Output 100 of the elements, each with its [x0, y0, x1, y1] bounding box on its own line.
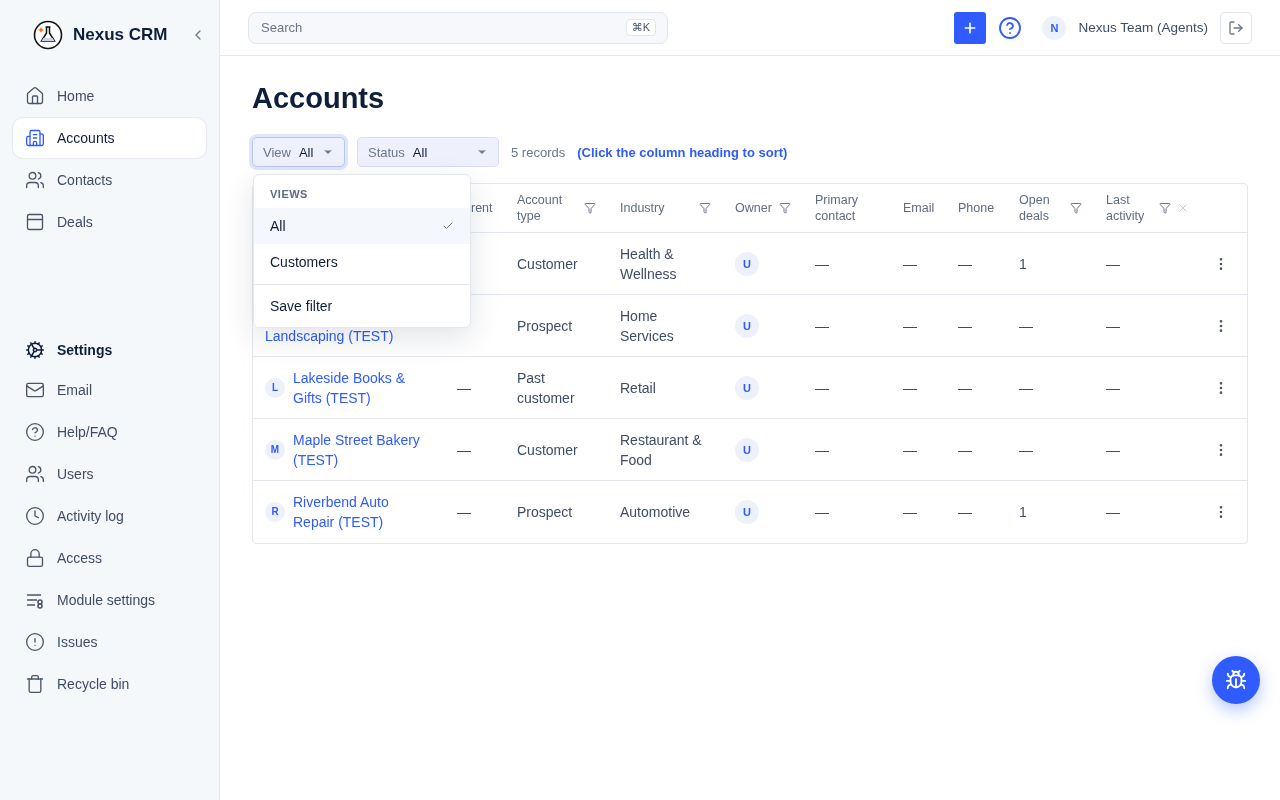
filter-icon[interactable]: [779, 202, 791, 214]
owner-avatar: U: [735, 500, 759, 524]
filter-icon[interactable]: [1159, 202, 1171, 214]
filter-icon[interactable]: [1070, 202, 1082, 214]
sidebar-item[interactable]: Help/FAQ: [13, 412, 206, 452]
menu-item[interactable]: Customers: [254, 244, 470, 280]
table-cell-text: Retail: [620, 378, 656, 398]
table-cell-text: —: [815, 503, 829, 522]
table-cell-text: —: [903, 254, 917, 274]
account-link[interactable]: Maple Street Bakery (TEST): [293, 429, 433, 470]
table-cell-text: —: [958, 316, 972, 336]
filter-icon[interactable]: [699, 202, 711, 214]
filter-icon[interactable]: [584, 202, 596, 214]
sidebar-item[interactable]: Issues: [13, 622, 206, 662]
column-header[interactable]: Open deals: [1019, 192, 1064, 224]
filter-dropdown[interactable]: View All: [252, 137, 345, 167]
table-cell-text: —: [1019, 316, 1033, 336]
help-icon[interactable]: [998, 15, 1023, 40]
table-cell-text: 1: [1019, 503, 1027, 522]
table-cell-text: Customer: [517, 254, 578, 274]
account-avatar: M: [265, 439, 285, 460]
check-icon: [442, 220, 454, 232]
table-cell-text: —: [815, 378, 829, 398]
brand-name: Nexus CRM: [73, 25, 169, 45]
column-header[interactable]: Last activity: [1106, 192, 1153, 224]
table-cell-text: —: [958, 254, 972, 274]
alert-icon: [25, 632, 45, 652]
sidebar-item[interactable]: Access: [13, 538, 206, 578]
sidebar-item[interactable]: Home: [13, 76, 206, 116]
owner-avatar: U: [735, 437, 759, 462]
table-cell-text: —: [815, 254, 829, 274]
building-icon: [25, 128, 45, 148]
table-cell-text: Past customer: [517, 368, 576, 408]
flask-logo-icon: [33, 20, 63, 50]
panel-icon: [25, 212, 45, 232]
table-cell-text: —: [1019, 440, 1033, 460]
save-filter-item[interactable]: Save filter: [254, 285, 470, 327]
table-cell-text: —: [815, 440, 829, 460]
table-cell-text: —: [457, 440, 471, 460]
section-label: Settings: [57, 342, 113, 358]
table-cell-text: Restaurant & Food: [620, 430, 703, 470]
sidebar-item[interactable]: Activity log: [13, 496, 206, 536]
bug-report-button[interactable]: [1212, 656, 1260, 704]
table-cell-text: —: [1106, 254, 1120, 274]
table-cell-text: Customer: [517, 440, 578, 460]
menu-item[interactable]: All: [254, 208, 470, 244]
table-cell-text: —: [958, 378, 972, 398]
cog-icon: [25, 340, 45, 360]
user-avatar: N: [1042, 15, 1067, 40]
sidebar-item[interactable]: Accounts: [13, 118, 206, 158]
table-cell-text: —: [457, 378, 471, 398]
lock-icon: [25, 548, 45, 568]
table-cell-text: 1: [1019, 254, 1027, 274]
table-cell-text: —: [903, 378, 917, 398]
account-link[interactable]: Landscaping (TEST): [265, 325, 394, 346]
sidebar-item[interactable]: Contacts: [13, 160, 206, 200]
trash-icon: [25, 674, 45, 694]
account-link[interactable]: Riverbend Auto Repair (TEST): [293, 492, 433, 532]
column-header[interactable]: rent: [471, 200, 493, 216]
page-title: Accounts: [252, 82, 386, 115]
users-icon: [25, 170, 45, 190]
column-header[interactable]: Email: [903, 200, 935, 216]
sidebar-item[interactable]: Recycle bin: [13, 664, 206, 704]
owner-avatar: U: [735, 251, 759, 276]
table-cell-text: —: [457, 503, 471, 522]
bug-icon: [1225, 669, 1247, 691]
record-count: 5 records: [511, 144, 566, 160]
table-cell-text: —: [903, 503, 917, 522]
add-button[interactable]: [954, 11, 987, 44]
mail-icon: [25, 380, 45, 400]
sort-hint: (Click the column heading to sort): [577, 144, 788, 160]
column-header[interactable]: Owner: [735, 200, 773, 216]
account-link[interactable]: Lakeside Books & Gifts (TEST): [293, 367, 433, 408]
table-cell-text: Prospect: [517, 316, 573, 336]
logout-icon: [1228, 19, 1244, 36]
sidebar-item[interactable]: Deals: [13, 202, 206, 242]
table-cell-text: —: [1106, 503, 1120, 522]
sidebar-item[interactable]: Users: [13, 454, 206, 494]
sidebar-item[interactable]: Module settings: [13, 580, 206, 620]
table-cell-text: Prospect: [517, 503, 573, 522]
logout-button[interactable]: [1220, 11, 1252, 44]
table-cell-text: Automotive: [620, 503, 691, 522]
column-header[interactable]: Industry: [620, 200, 693, 216]
account-avatar: R: [265, 502, 285, 522]
column-header[interactable]: Phone: [958, 200, 995, 216]
filter-dropdown[interactable]: Status All: [357, 137, 499, 167]
users-icon: [25, 464, 45, 484]
account-avatar: L: [265, 377, 285, 398]
column-header[interactable]: Account type: [517, 192, 578, 224]
home-icon: [25, 86, 45, 106]
table-cell-text: Health & Wellness: [620, 244, 678, 284]
table-cell-text: —: [958, 503, 972, 522]
table-cell-text: —: [1019, 378, 1033, 398]
help-icon: [25, 422, 45, 442]
table-cell-text: —: [958, 440, 972, 460]
sidebar-item[interactable]: Email: [13, 370, 206, 410]
table-cell-text: —: [1106, 316, 1120, 336]
owner-avatar: U: [735, 313, 759, 338]
clock-icon: [25, 506, 45, 526]
column-header[interactable]: Primary contact: [815, 192, 879, 224]
